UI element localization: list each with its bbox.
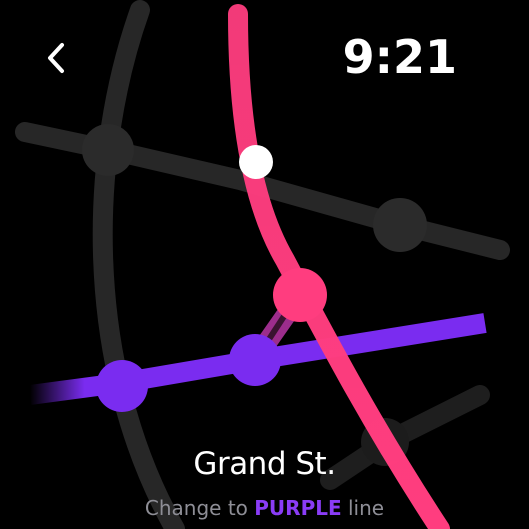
station-gray-right[interactable] xyxy=(373,198,427,252)
station-gray-upper-left[interactable] xyxy=(82,124,134,176)
station-purple-left[interactable] xyxy=(96,360,148,412)
transfer-instruction: Change to PURPLE line xyxy=(0,496,529,520)
instruction-prefix: Change to xyxy=(144,496,255,520)
clock-time: 9:21 xyxy=(342,30,457,84)
watch-screen: 9:21 Grand St. Change to PURPLE line xyxy=(0,0,529,529)
back-button[interactable] xyxy=(36,34,76,82)
station-name: Grand St. xyxy=(193,446,336,482)
instruction-suffix: line xyxy=(341,496,385,520)
station-pink-grand-st[interactable] xyxy=(273,268,327,322)
line-name: PURPLE xyxy=(254,496,342,520)
current-position-marker xyxy=(239,145,273,179)
chevron-left-icon xyxy=(48,43,64,73)
station-purple-grand-st[interactable] xyxy=(229,334,281,386)
